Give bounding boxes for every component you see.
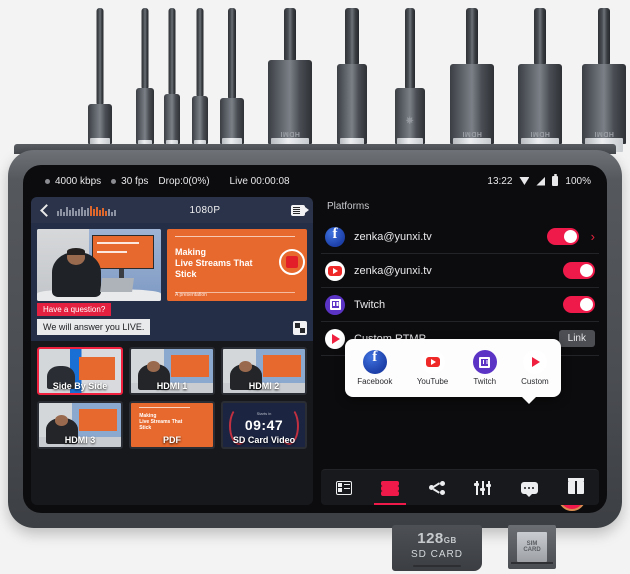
platform-row[interactable]: zenka@yunxi.tv › [321, 220, 599, 254]
toolbar-layers-icon[interactable] [374, 475, 407, 505]
link-button[interactable]: Link [558, 330, 595, 347]
device-screen: 4000 kbps 30 fps Drop:0(0%) Live 00:00:0… [23, 165, 607, 513]
bitrate-value: 4000 kbps [55, 175, 102, 187]
twitch-icon [472, 350, 497, 374]
source-thumb-hdmi-2[interactable]: HDMI 2 [221, 347, 307, 395]
sim-tray: SIM CARD [508, 525, 556, 569]
lower-third-line2: We will answer you LIVE. [37, 319, 151, 335]
popover-item-label: Custom [521, 377, 549, 386]
record-stop-icon[interactable] [279, 249, 305, 275]
source-thumb-side-by-side[interactable]: Side By Side [37, 347, 123, 395]
toolbar-mixer-sliders-icon[interactable] [470, 475, 496, 501]
youtube-icon [420, 350, 445, 374]
framerate-indicator: 30 fps [111, 176, 148, 187]
custom-rtmp-icon [325, 328, 345, 349]
facebook-icon [362, 349, 387, 374]
platform-name: zenka@yunxi.tv [354, 264, 432, 277]
live-timer: Live 00:00:08 [229, 175, 290, 187]
source-thumb-label: PDF [163, 435, 181, 445]
platform-toggle[interactable] [563, 296, 595, 313]
source-thumb-label: SD Card Video [232, 435, 296, 445]
platforms-title: Platforms [327, 201, 370, 212]
platform-row[interactable]: Twitch [321, 288, 599, 322]
platform-name: zenka@yunxi.tv [354, 230, 432, 243]
source-thumb-label: HDMI 2 [248, 381, 280, 391]
popover-item-label: Facebook [357, 377, 393, 386]
platform-name: Twitch [354, 298, 386, 311]
preview-pane: 1080P Making Live Streams That Stick A p… [31, 197, 313, 505]
twitch-icon [325, 294, 345, 315]
sd-card: 128GB SD CARD [392, 525, 482, 571]
add-platform-popover: Facebook YouTube Twitch Custom [345, 339, 561, 404]
toolbar-layout-grid-icon[interactable] [331, 475, 357, 501]
battery-percent: 100% [565, 175, 591, 187]
preview-toolbar: 1080P [31, 197, 313, 223]
audio-level-meter [57, 205, 119, 216]
platform-list: zenka@yunxi.tv›zenka@yunxi.tvTwitchCusto… [321, 220, 599, 356]
sd-capacity-number: 128 [417, 529, 444, 547]
clock: 13:22 [487, 175, 513, 187]
sd-card-label: SD CARD [410, 548, 463, 560]
chevron-right-icon[interactable]: › [591, 229, 595, 244]
source-thumb-hdmi-1[interactable]: HDMI 1 [129, 347, 215, 395]
source-thumb-sd-card-video[interactable]: Starts in 09:47 SD Card Video [221, 401, 307, 449]
program-preview[interactable]: Making Live Streams That Stick A present… [31, 223, 313, 341]
expand-fullscreen-icon[interactable] [293, 321, 307, 335]
sim-label-line2: CARD [523, 547, 541, 553]
sd-card-notch [413, 564, 461, 567]
cable-bundle: HDMI ⎈ HDMI HDMI HDMI [0, 0, 630, 154]
source-thumb-label: HDMI 3 [64, 435, 96, 445]
source-thumb-label: HDMI 1 [156, 381, 188, 391]
lower-third: Have a question? We will answer you LIVE… [37, 299, 151, 335]
source-thumbnail-grid: Side By Side HDMI 1 HDMI 2 HDMI 3 Making Live… [31, 341, 313, 455]
status-bar: 4000 kbps 30 fps Drop:0(0%) Live 00:00:0… [23, 165, 607, 197]
sd-capacity-unit: GB [443, 535, 457, 545]
custom-rtmp-icon [522, 350, 547, 374]
platform-row[interactable]: zenka@yunxi.tv [321, 254, 599, 288]
platforms-pane: Platforms zenka@yunxi.tv › zenka@yunxi.tv T… [321, 197, 599, 511]
lower-third-line1: Have a question? [37, 303, 112, 316]
bitrate-dot-icon [45, 178, 50, 184]
battery-icon [552, 174, 559, 186]
screenshot-root: HDMI ⎈ HDMI HDMI HDMI 4000 kbps 30 fps Drop:… [0, 0, 630, 574]
bitrate-indicator: 4000 kbps [45, 176, 101, 187]
bottom-toolbar [321, 469, 599, 505]
popover-item-youtube[interactable]: YouTube [417, 350, 448, 386]
wifi-icon [519, 177, 530, 185]
toolbar-chat-bubble-icon[interactable] [516, 475, 542, 501]
platform-toggle[interactable] [563, 262, 595, 279]
toolbar-share-icon[interactable] [424, 475, 450, 501]
popover-item-twitch[interactable]: Twitch [472, 350, 497, 386]
source-thumb-pdf[interactable]: Making Live Streams That Stick PDF [129, 401, 215, 449]
framerate-value: 30 fps [121, 175, 149, 187]
facebook-icon [325, 226, 345, 247]
video-camera-icon[interactable] [291, 204, 309, 216]
source-thumb-label: Side By Side [52, 381, 108, 391]
resolution-label[interactable]: 1080P [125, 205, 285, 216]
source-thumb-hdmi-3[interactable]: HDMI 3 [37, 401, 123, 449]
popover-item-custom[interactable]: Custom [521, 350, 549, 386]
camera-feed [37, 229, 161, 301]
toolbar-gift-box-icon[interactable] [563, 475, 589, 501]
signal-icon [536, 176, 546, 186]
youtube-icon [325, 260, 345, 281]
sim-tray-edge [511, 562, 553, 564]
encoder-device-body: 4000 kbps 30 fps Drop:0(0%) Live 00:00:0… [8, 150, 622, 528]
back-arrow-icon[interactable] [39, 204, 51, 216]
drop-value: Drop:0(0%) [158, 175, 210, 187]
popover-item-facebook[interactable]: Facebook [357, 349, 393, 386]
platform-toggle[interactable] [546, 228, 579, 245]
framerate-dot-icon [111, 178, 117, 184]
popover-item-label: Twitch [473, 377, 497, 386]
popover-item-label: YouTube [416, 377, 449, 386]
cable-10: HDMI [564, 0, 630, 152]
